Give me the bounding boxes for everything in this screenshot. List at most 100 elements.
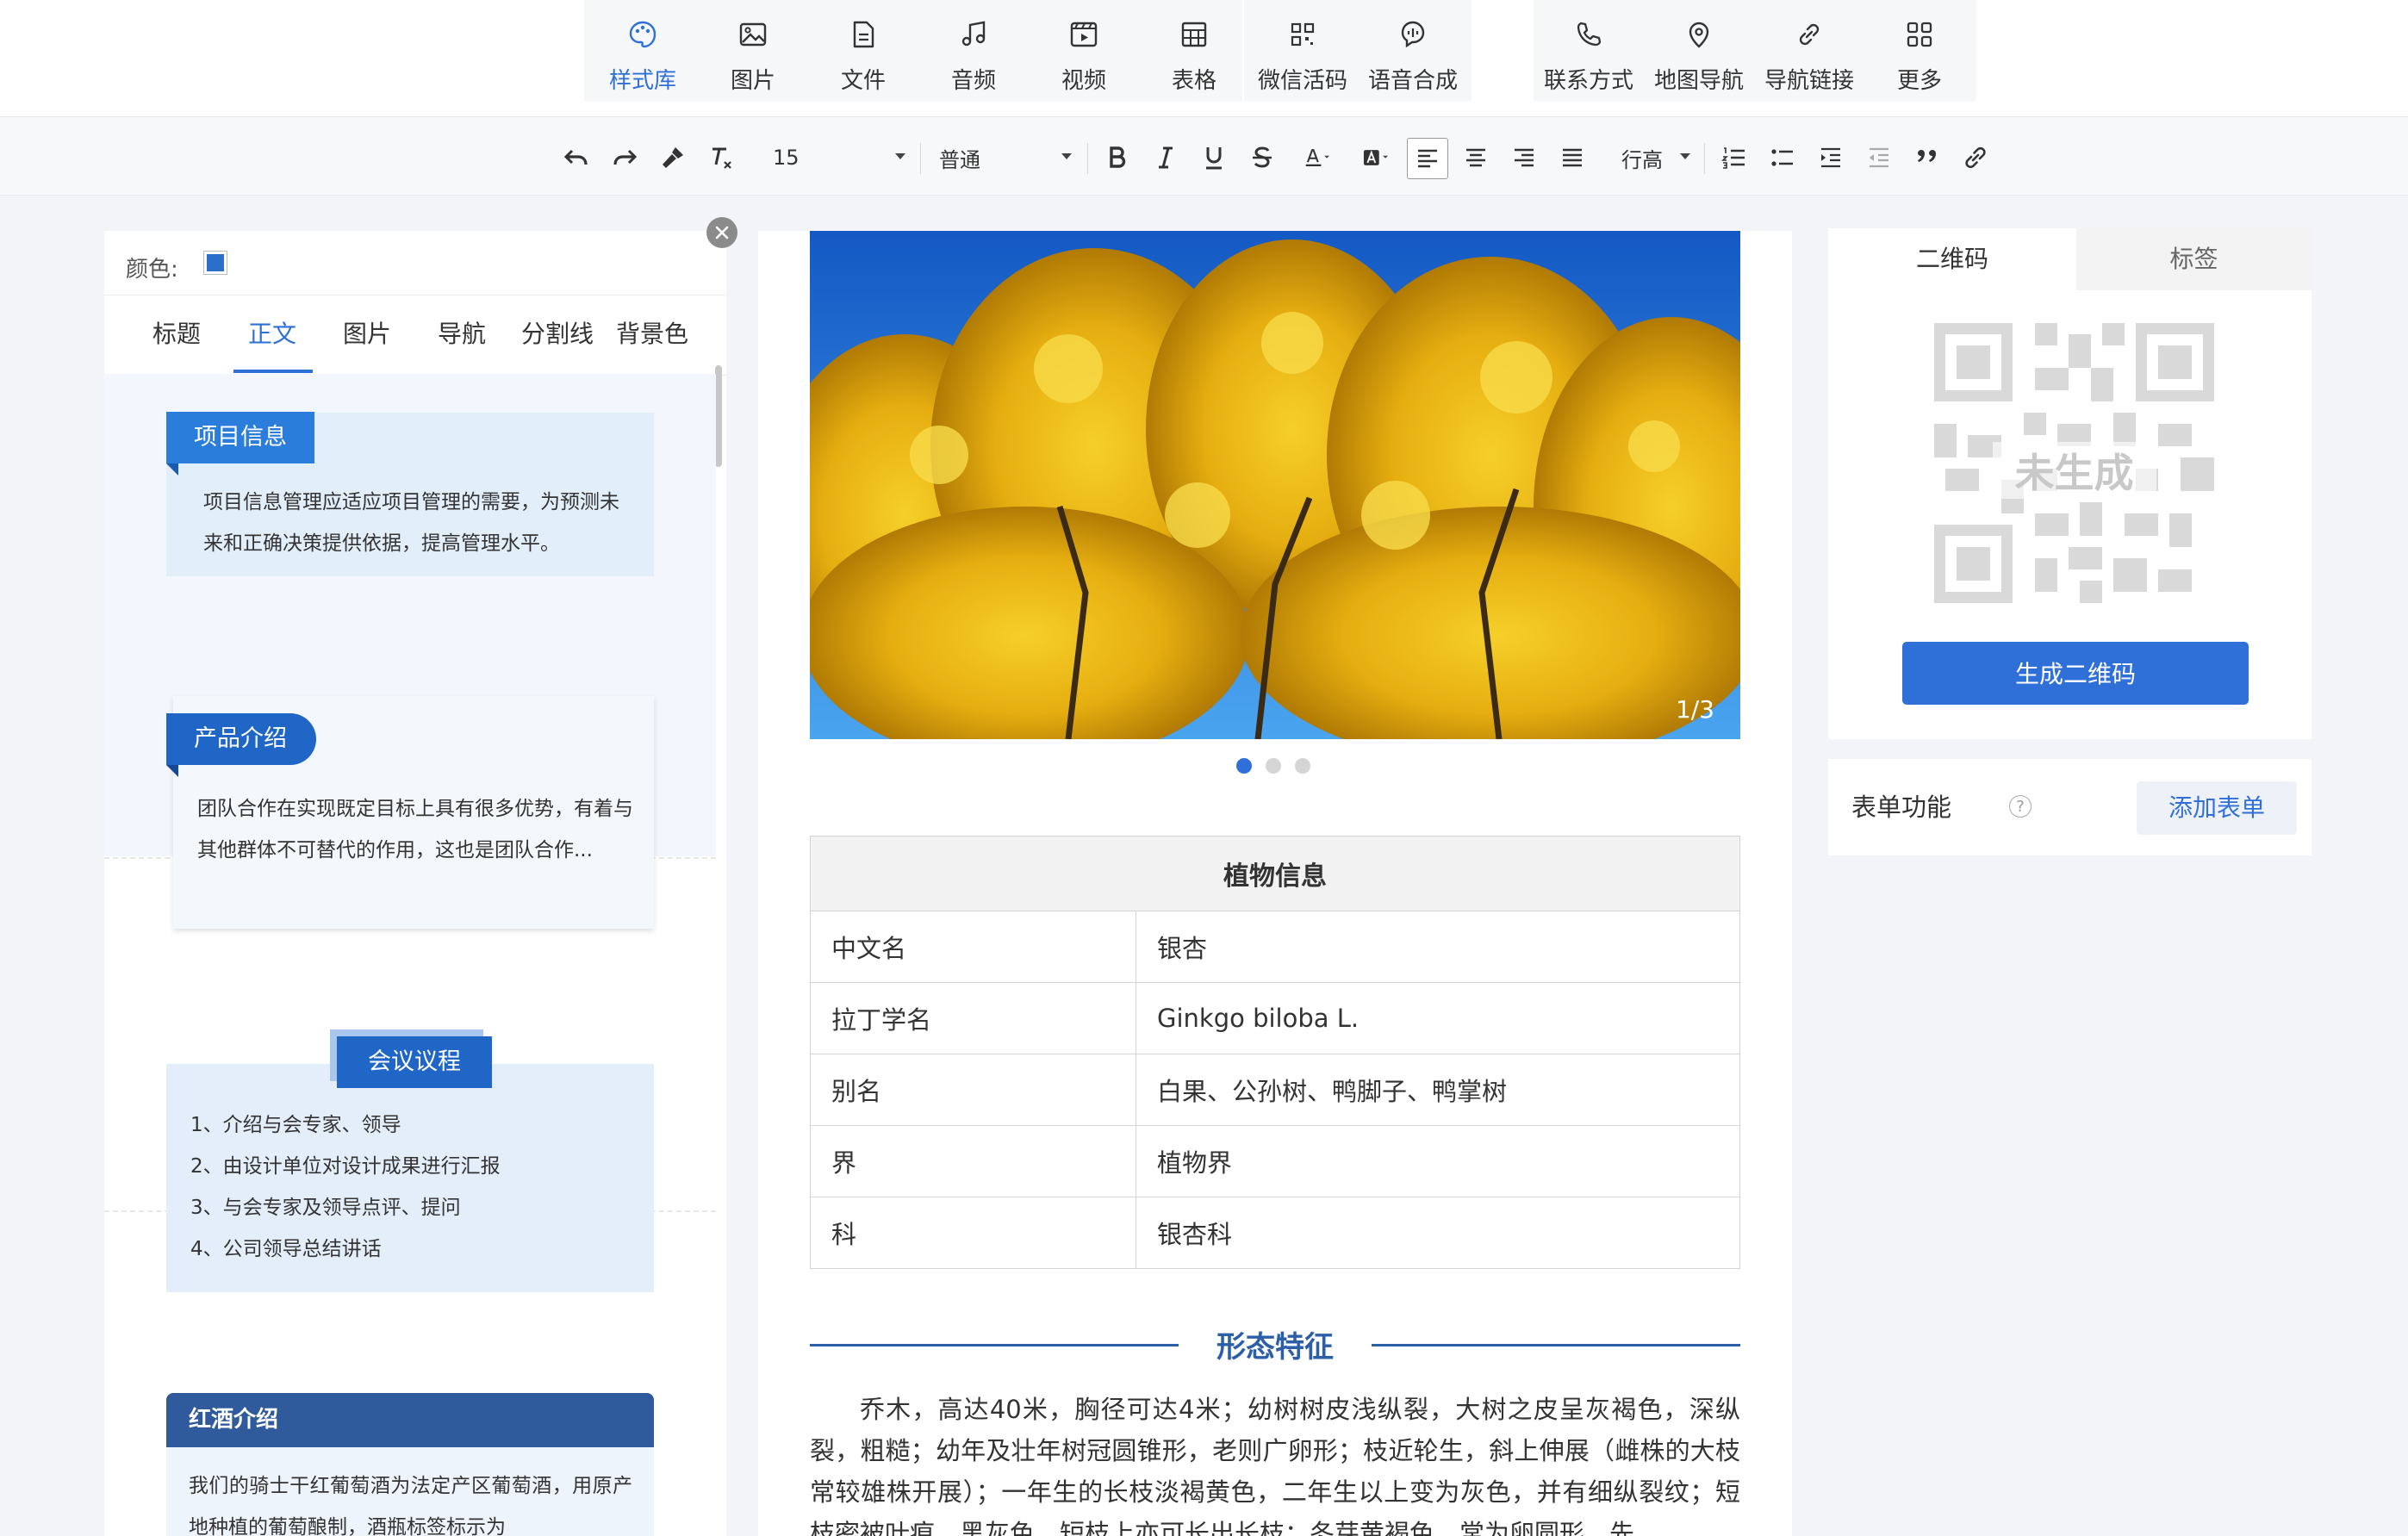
font-size-value: 15 (773, 146, 800, 170)
toolbar-item-image[interactable]: 图片 (698, 0, 808, 102)
ordered-list-icon (1721, 147, 1745, 169)
tab-navigation[interactable]: 导航 (438, 295, 486, 373)
align-justify-button[interactable] (1552, 138, 1592, 177)
line-height-select[interactable]: 行高 (1621, 138, 1690, 177)
table-row: 中文名 银杏 (810, 911, 1740, 983)
add-form-button[interactable]: 添加表单 (2137, 781, 2297, 835)
template-wine-intro-text: 我们的骑士干红葡萄酒为法定产区葡萄酒，用原产地种植的葡萄酿制，酒瓶标签标示为 (189, 1475, 632, 1536)
help-icon[interactable]: ? (2009, 795, 2032, 818)
toolbar-group-wechat: 微信活码 语音合成 (1244, 0, 1472, 102)
toolbar-item-audio[interactable]: 音频 (918, 0, 1029, 102)
toolbar-item-label: 微信活码 (1257, 68, 1347, 94)
qrcode-icon (1291, 22, 1315, 47)
toolbar-item-label: 导航链接 (1764, 68, 1854, 94)
body-paragraph: 乔木，高达40米，胸径可达4米；幼树树皮浅纵裂，大树之皮呈灰褐色，深纵裂，粗糙；… (810, 1395, 1740, 1536)
agenda-item: 2、由设计单位对设计成果进行汇报 (190, 1155, 501, 1178)
phone-icon (1577, 22, 1602, 47)
close-panel-button[interactable] (706, 217, 737, 248)
qrcode-placeholder: 未生成 (1934, 323, 2214, 603)
tab-background-color[interactable]: 背景色 (616, 295, 688, 373)
toolbar-item-voice-synthesis[interactable]: 语音合成 (1358, 0, 1468, 102)
background-color-button[interactable] (1349, 138, 1403, 177)
template-wine-intro-label[interactable]: 红酒介绍 (166, 1393, 654, 1447)
chevron-down-icon (1061, 153, 1072, 159)
toolbar-item-label: 文件 (840, 68, 886, 94)
paragraph-style-select[interactable]: 普通 (939, 138, 1072, 177)
template-meeting-agenda-label: 会议议程 (337, 1036, 492, 1088)
table-key: 界 (810, 1125, 1136, 1197)
toolbar-item-label: 语音合成 (1367, 68, 1458, 94)
toolbar-item-nav-link[interactable]: 导航链接 (1754, 0, 1864, 102)
tab-heading[interactable]: 标题 (152, 295, 201, 373)
toolbar-item-more[interactable]: 更多 (1864, 0, 1975, 102)
blockquote-button[interactable] (1907, 138, 1947, 177)
tab-image[interactable]: 图片 (343, 295, 391, 373)
agenda-item: 3、与会专家及领导点评、提问 (190, 1197, 461, 1219)
bullet-list-button[interactable] (1763, 138, 1802, 177)
clear-format-button[interactable] (701, 138, 741, 177)
toolbar-item-file[interactable]: 文件 (808, 0, 918, 102)
link-icon (1799, 23, 1820, 46)
qrcode-status: 未生成 (1992, 442, 2156, 499)
quote-icon (1918, 150, 1936, 162)
tab-divider-line[interactable]: 分割线 (521, 295, 594, 373)
plant-info-table[interactable]: 植物信息 中文名 银杏 拉丁学名 Ginkgo biloba L. 别名 白果、公孙树… (810, 836, 1740, 1269)
indent-button[interactable] (1811, 138, 1851, 177)
toolbar-group-media: 样式库 图片 文件 音频 视频 表格 (584, 0, 1242, 102)
active-tab-indicator (233, 370, 313, 373)
image-icon (739, 22, 767, 47)
panel-scrollbar[interactable] (715, 365, 722, 467)
outdent-button[interactable] (1859, 138, 1899, 177)
toolbar-item-wechat-qrcode[interactable]: 微信活码 (1248, 0, 1358, 102)
underline-icon (1206, 147, 1222, 170)
carousel-dot[interactable] (1266, 758, 1281, 774)
toolbar-item-label: 地图导航 (1653, 68, 1744, 94)
agenda-item: 1、介绍与会专家、领导 (190, 1114, 401, 1136)
indent-icon (1821, 147, 1840, 168)
clear-format-icon (712, 147, 731, 169)
redo-button[interactable] (605, 138, 644, 177)
style-category-tabs: 标题 正文 图片 导航 分割线 背景色 (104, 295, 726, 376)
format-painter-button[interactable] (653, 138, 693, 177)
image-carousel[interactable]: 1/3 (810, 231, 1740, 739)
bold-icon (1110, 146, 1126, 168)
tab-tags[interactable]: 标签 (2076, 228, 2312, 290)
slide-counter: 1/3 (1675, 695, 1714, 724)
carousel-dot[interactable] (1295, 758, 1310, 774)
align-center-button[interactable] (1456, 138, 1496, 177)
align-left-button[interactable] (1407, 138, 1448, 179)
section-heading: 形态特征 (810, 1318, 1740, 1370)
line-height-label: 行高 (1621, 147, 1663, 172)
editor-canvas[interactable]: 1/3 植物信息 中文名 银杏 拉丁学名 Ginkgo biloba L. 别名 白果… (758, 231, 1792, 1536)
carousel-dot[interactable] (1236, 758, 1252, 774)
bold-button[interactable] (1098, 138, 1137, 177)
tab-body-text[interactable]: 正文 (248, 295, 296, 373)
toolbar-item-video[interactable]: 视频 (1029, 0, 1139, 102)
font-color-button[interactable] (1291, 138, 1344, 177)
underline-button[interactable] (1194, 138, 1234, 177)
redo-icon (613, 149, 638, 165)
label-notch (166, 765, 178, 777)
align-right-button[interactable] (1504, 138, 1544, 177)
color-picker[interactable] (203, 251, 227, 275)
highlight-icon (1363, 150, 1389, 165)
strikethrough-button[interactable] (1242, 138, 1282, 177)
toolbar-item-table[interactable]: 表格 (1139, 0, 1249, 102)
font-size-select[interactable]: 15 (773, 138, 905, 177)
italic-button[interactable] (1146, 138, 1185, 177)
insert-link-button[interactable] (1956, 138, 1995, 177)
tab-qrcode[interactable]: 二维码 (1828, 228, 2076, 290)
video-icon (1070, 22, 1098, 47)
toolbar-item-label: 联系方式 (1543, 68, 1633, 94)
undo-button[interactable] (557, 138, 596, 177)
toolbar-item-map-navigation[interactable]: 地图导航 (1644, 0, 1754, 102)
toolbar-item-contact[interactable]: 联系方式 (1534, 0, 1644, 102)
toolbar-divider (1087, 143, 1088, 174)
music-icon (961, 21, 986, 47)
insert-toolbar: 样式库 图片 文件 音频 视频 表格 微信活码 语音合成 联系方式 地图导航 导… (0, 0, 2408, 117)
table-key: 中文名 (810, 911, 1136, 983)
ordered-list-button[interactable] (1714, 138, 1754, 177)
agenda-item: 4、公司领导总结讲话 (190, 1238, 382, 1260)
generate-qrcode-button[interactable]: 生成二维码 (1902, 642, 2249, 705)
toolbar-item-style-library[interactable]: 样式库 (588, 0, 698, 102)
